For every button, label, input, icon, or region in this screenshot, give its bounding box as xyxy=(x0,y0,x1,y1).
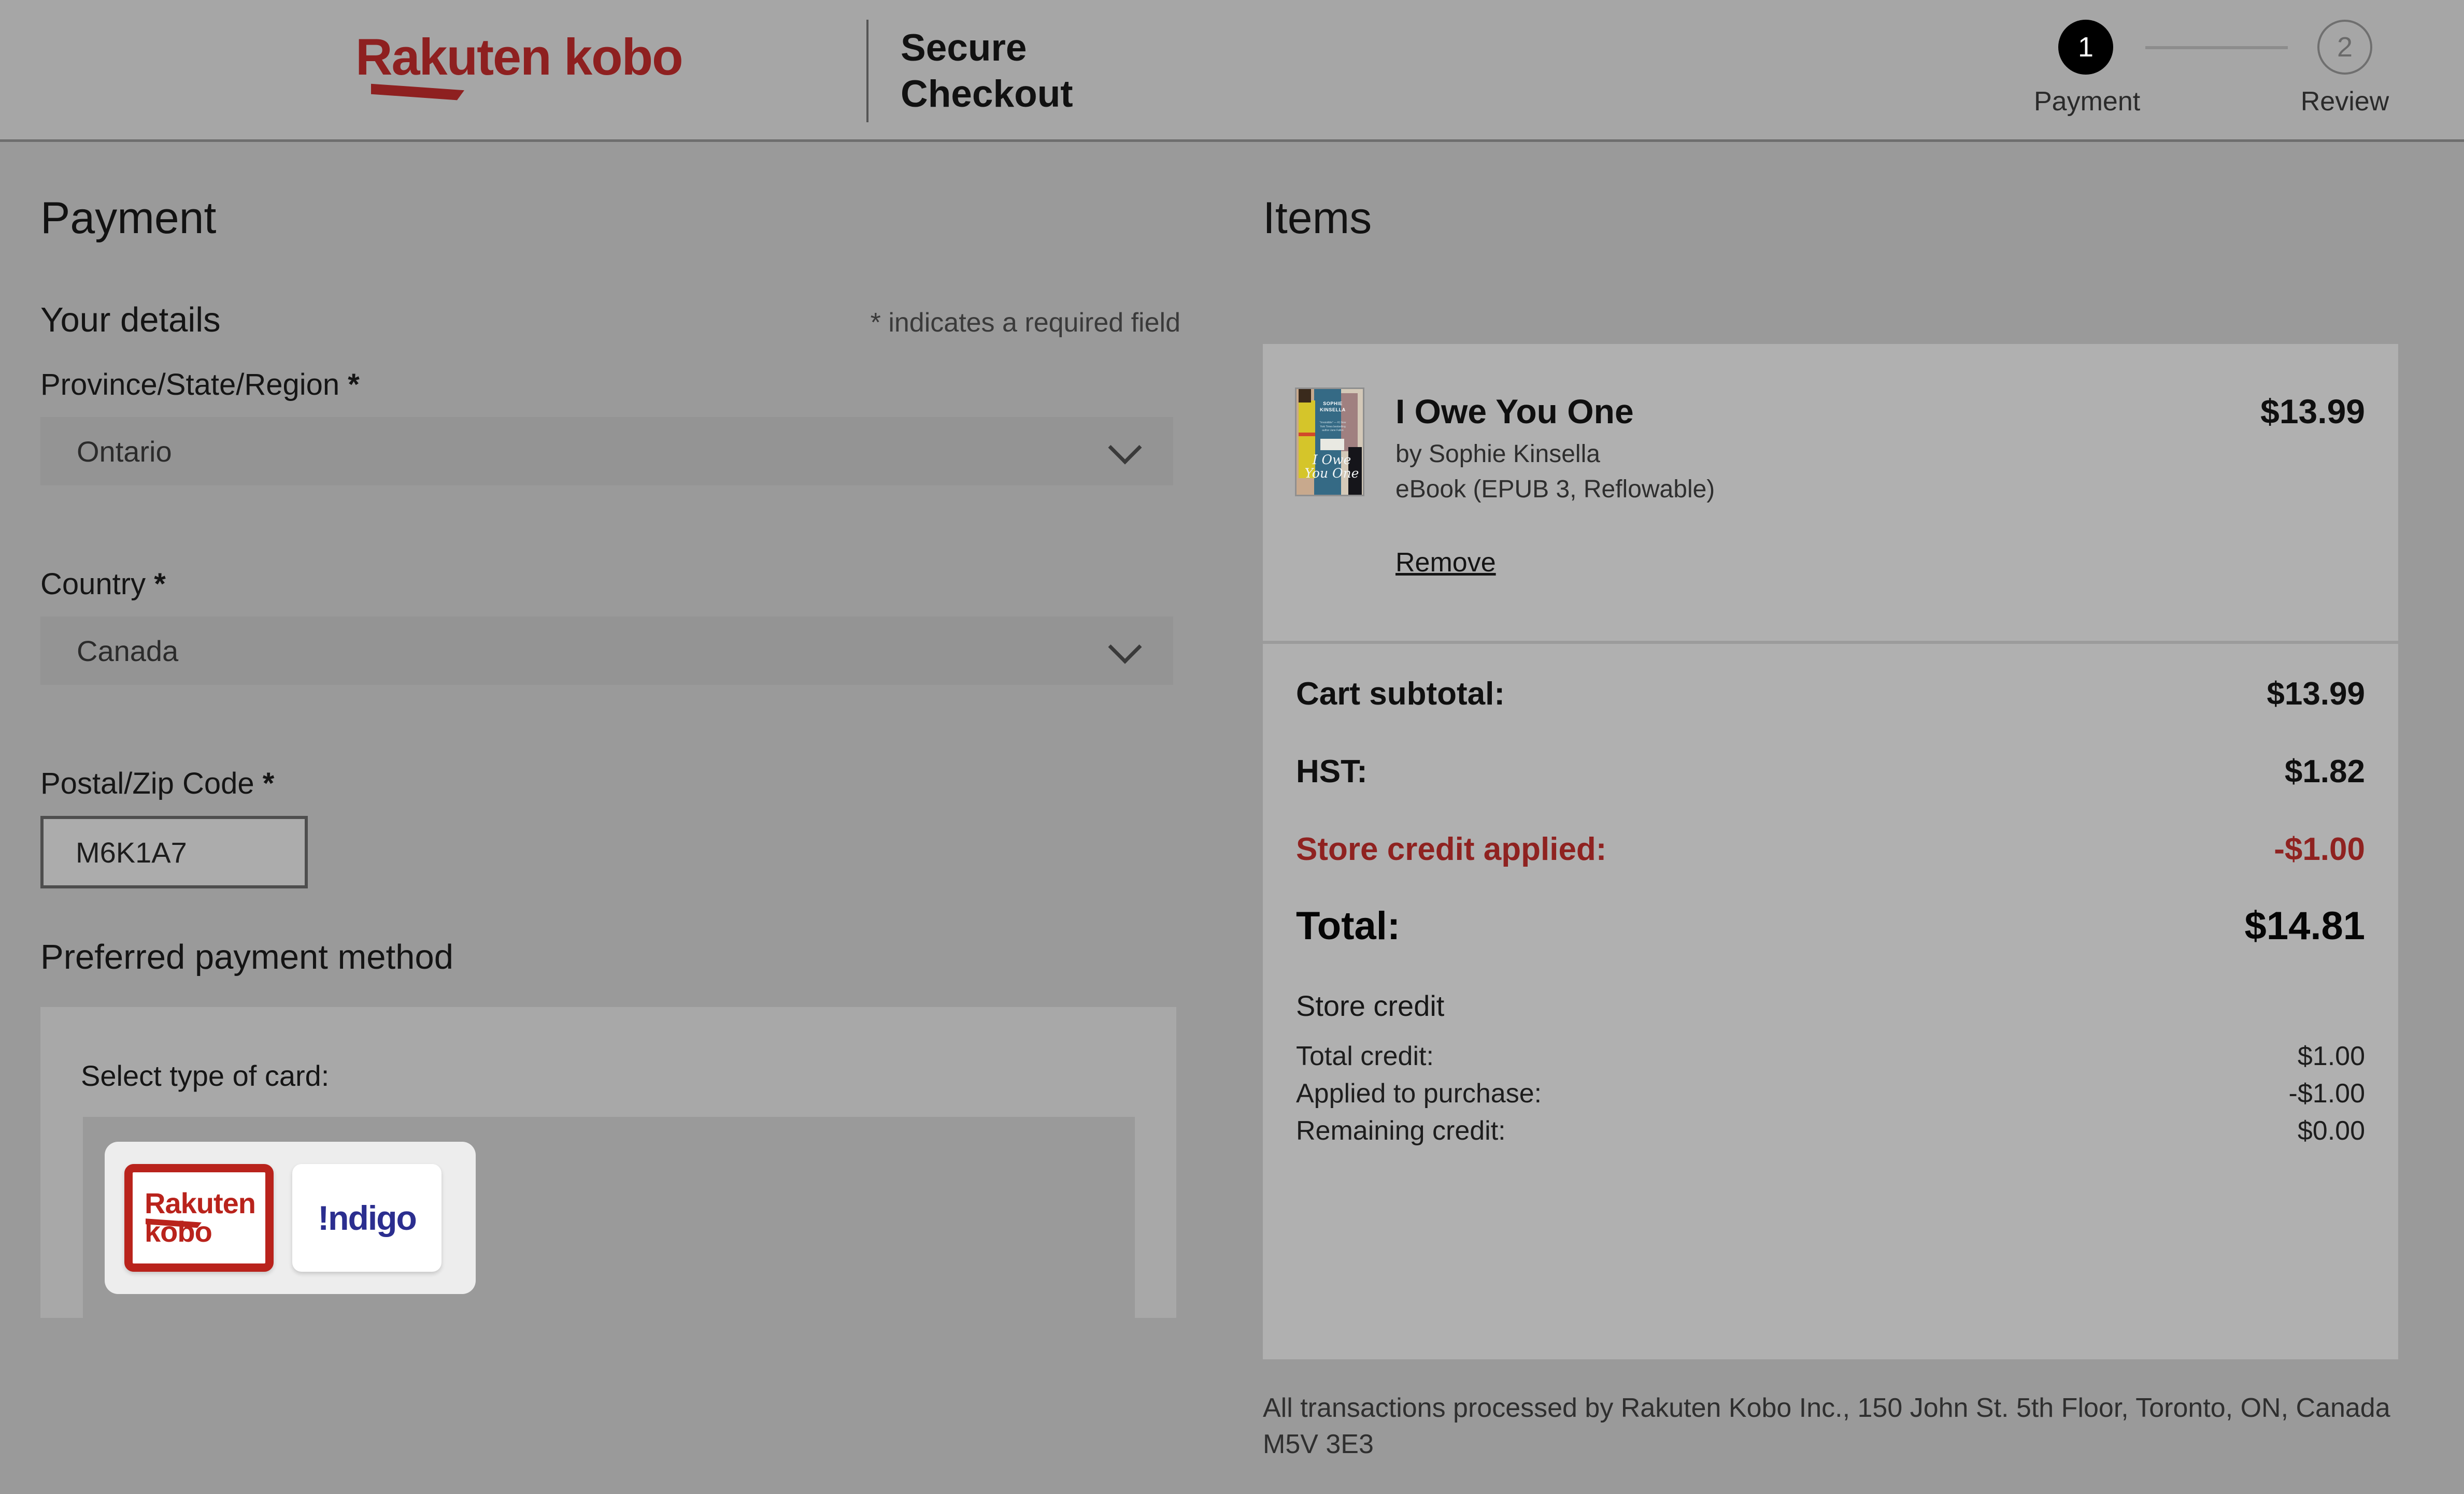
header-divider xyxy=(866,20,868,122)
province-select[interactable]: Ontario xyxy=(40,417,1173,485)
item-author: by Sophie Kinsella xyxy=(1395,440,1600,468)
rakuten-kobo-card-logo: Rakuten kobo xyxy=(143,1187,256,1246)
step-review-label: Review xyxy=(2300,87,2389,117)
field-country: Country * Canada xyxy=(40,567,1180,685)
legal-transaction-note: All transactions processed by Rakuten Ko… xyxy=(1263,1393,2390,1459)
card-option-indigo[interactable]: !ndigo xyxy=(292,1164,441,1272)
secure-checkout-line2: Checkout xyxy=(901,73,1073,116)
cart-subtotal-value: $13.99 xyxy=(2267,676,2365,712)
order-summary-card: SOPHIE KINSELLA “Irresistible” — #1 New … xyxy=(1263,344,2398,1359)
total-credit-label: Total credit: xyxy=(1296,1041,1434,1071)
step-review[interactable]: 2 Review xyxy=(2293,20,2397,117)
item-title: I Owe You One xyxy=(1395,392,1634,430)
label-province: Province/State/Region * xyxy=(40,367,1180,402)
label-province-text: Province/State/Region xyxy=(40,368,340,401)
secure-checkout-line1: Secure xyxy=(901,27,1027,69)
province-select-value: Ontario xyxy=(77,435,172,468)
card-option-rakuten-kobo[interactable]: Rakuten kobo xyxy=(124,1164,274,1272)
row-store-credit-applied: Store credit applied: -$1.00 xyxy=(1296,831,2365,867)
step-payment-number: 1 xyxy=(2058,20,2113,75)
item-format: eBook (EPUB 3, Reflowable) xyxy=(1395,476,1715,503)
remaining-credit-value: $0.00 xyxy=(2297,1116,2365,1146)
step-payment-label: Payment xyxy=(2034,87,2141,117)
your-details-header: Your details * indicates a required fiel… xyxy=(40,300,1180,341)
cover-belt xyxy=(1299,433,1315,436)
your-details-title: Your details xyxy=(40,300,221,339)
checkout-body: Payment Your details * indicates a requi… xyxy=(0,145,2464,1494)
required-field-note: * indicates a required field xyxy=(870,308,1180,338)
field-province: Province/State/Region * Ontario xyxy=(40,367,1180,485)
select-card-label: Select type of card: xyxy=(81,1059,330,1092)
cover-author-l1: SOPHIE xyxy=(1323,401,1343,406)
cover-author-l2: KINSELLA xyxy=(1320,407,1346,413)
postal-code-input[interactable]: M6K1A7 xyxy=(40,816,308,888)
total-credit-value: $1.00 xyxy=(2297,1041,2365,1071)
step-connector-line xyxy=(2145,46,2288,49)
store-credit-applied-label: Store credit applied: xyxy=(1296,831,1607,867)
required-asterisk: * xyxy=(262,767,275,800)
required-asterisk: * xyxy=(348,368,360,401)
preferred-payment-method-title: Preferred payment method xyxy=(40,938,453,976)
cover-title-l2: You One xyxy=(1304,465,1359,481)
row-cart-subtotal: Cart subtotal: $13.99 xyxy=(1296,676,2365,712)
hst-label: HST: xyxy=(1296,754,1368,789)
hst-value: $1.82 xyxy=(2284,754,2365,789)
label-country: Country * xyxy=(40,567,1180,601)
store-credit-applied-value: -$1.00 xyxy=(2274,831,2365,867)
cover-author-name: SOPHIE KINSELLA xyxy=(1314,400,1351,413)
field-postal-code: Postal/Zip Code * M6K1A7 xyxy=(40,766,1180,888)
cart-subtotal-label: Cart subtotal: xyxy=(1296,676,1505,712)
cover-title: I Owe You One xyxy=(1302,453,1362,480)
summary-divider xyxy=(1263,641,2398,644)
rakuten-kobo-card-line1: Rakuten xyxy=(145,1187,256,1220)
label-postal-code-text: Postal/Zip Code xyxy=(40,767,254,800)
row-hst: HST: $1.82 xyxy=(1296,753,2365,789)
step-review-number: 2 xyxy=(2317,20,2372,75)
row-total: Total: $14.81 xyxy=(1296,903,2365,948)
row-total-credit: Total credit: $1.00 xyxy=(1296,1041,2365,1077)
items-title: Items xyxy=(1263,193,1372,243)
payment-method-panel: Select type of card: Rakuten kobo !ndigo xyxy=(40,1007,1176,1321)
page-header: Rakuten kobo Secure Checkout 1 Payment 2… xyxy=(0,0,2464,142)
checkout-stepper: 1 Payment 2 Review xyxy=(2034,20,2397,134)
secure-checkout-title: Secure Checkout xyxy=(901,25,1073,117)
rakuten-kobo-logo[interactable]: Rakuten kobo xyxy=(355,28,697,101)
cover-hands xyxy=(1320,439,1344,450)
cover-hair xyxy=(1299,389,1311,403)
country-select[interactable]: Canada xyxy=(40,616,1173,685)
row-applied-to-purchase: Applied to purchase: -$1.00 xyxy=(1296,1078,2365,1114)
book-cover-thumbnail: SOPHIE KINSELLA “Irresistible” — #1 New … xyxy=(1295,387,1364,496)
card-type-strip: Rakuten kobo !ndigo xyxy=(83,1117,1135,1321)
remove-item-link[interactable]: Remove xyxy=(1395,547,1496,578)
label-postal-code: Postal/Zip Code * xyxy=(40,766,1180,801)
row-remaining-credit: Remaining credit: $0.00 xyxy=(1296,1115,2365,1152)
postal-code-value: M6K1A7 xyxy=(76,836,187,869)
cart-item-row: SOPHIE KINSELLA “Irresistible” — #1 New … xyxy=(1263,344,2398,641)
chevron-down-icon xyxy=(1108,630,1142,664)
logo-wordmark: Rakuten kobo xyxy=(355,28,683,85)
step-payment[interactable]: 1 Payment xyxy=(2034,20,2141,117)
store-credit-title: Store credit xyxy=(1296,989,1445,1022)
country-select-value: Canada xyxy=(77,634,179,667)
card-type-options: Rakuten kobo !ndigo xyxy=(105,1142,476,1294)
item-price: $13.99 xyxy=(2260,392,2365,430)
logo-underline-swoosh xyxy=(371,83,464,101)
label-country-text: Country xyxy=(40,567,146,601)
total-label: Total: xyxy=(1296,904,1401,948)
total-value: $14.81 xyxy=(2244,904,2365,948)
cover-blurb: “Irresistible” — #1 New York Times bests… xyxy=(1319,421,1346,432)
remaining-credit-label: Remaining credit: xyxy=(1296,1116,1506,1146)
applied-to-purchase-value: -$1.00 xyxy=(2288,1079,2365,1109)
required-asterisk: * xyxy=(154,567,166,601)
applied-to-purchase-label: Applied to purchase: xyxy=(1296,1079,1542,1109)
indigo-card-logo: !ndigo xyxy=(318,1199,417,1237)
chevron-down-icon xyxy=(1108,430,1142,465)
page-title: Payment xyxy=(40,193,217,243)
